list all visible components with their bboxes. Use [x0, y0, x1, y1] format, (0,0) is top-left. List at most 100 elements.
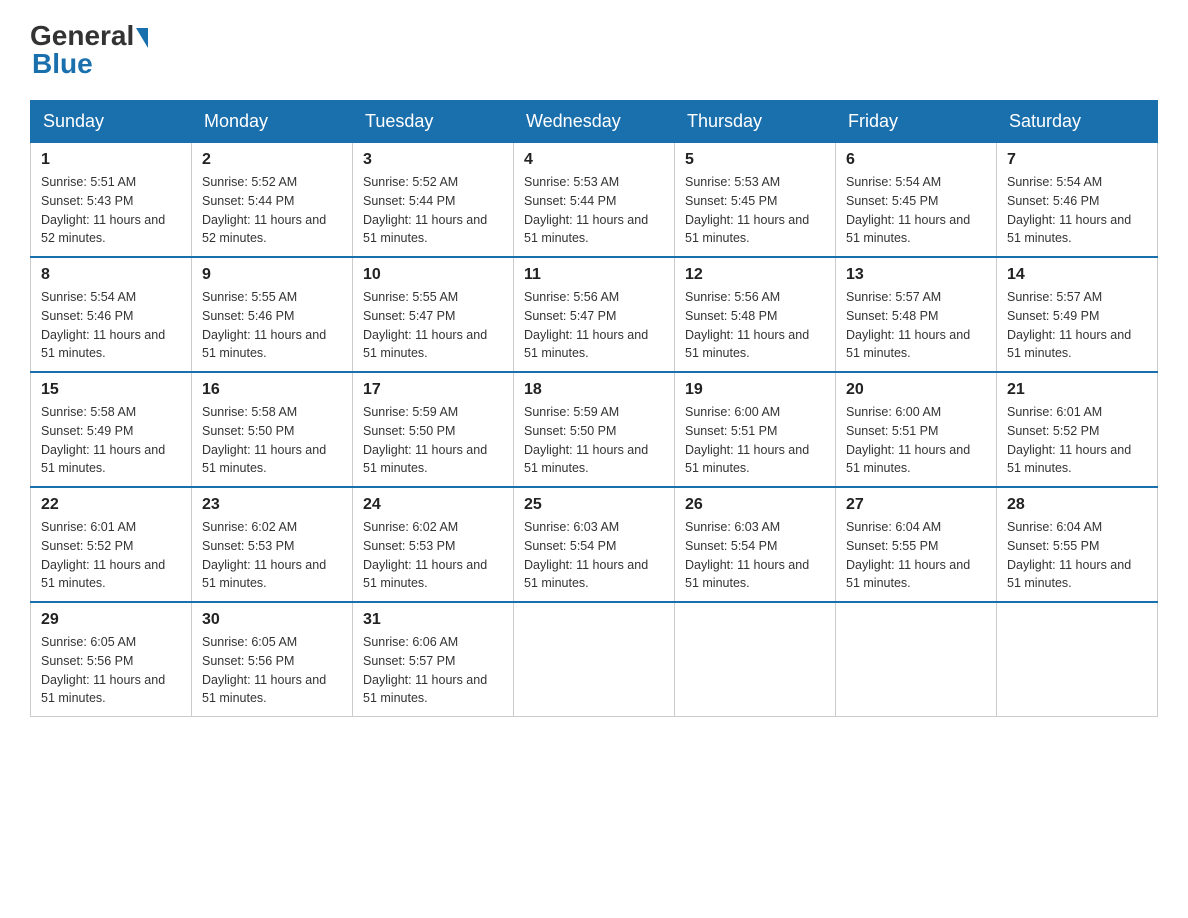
day-number: 27 — [846, 496, 986, 514]
calendar-day-cell: 24 Sunrise: 6:02 AMSunset: 5:53 PMDaylig… — [353, 487, 514, 602]
calendar-day-cell: 11 Sunrise: 5:56 AMSunset: 5:47 PMDaylig… — [514, 257, 675, 372]
day-info: Sunrise: 6:04 AMSunset: 5:55 PMDaylight:… — [1007, 518, 1147, 593]
calendar-day-cell: 29 Sunrise: 6:05 AMSunset: 5:56 PMDaylig… — [31, 602, 192, 717]
day-of-week-header: Sunday — [31, 101, 192, 143]
day-number: 10 — [363, 266, 503, 284]
calendar-day-cell: 27 Sunrise: 6:04 AMSunset: 5:55 PMDaylig… — [836, 487, 997, 602]
day-info: Sunrise: 5:59 AMSunset: 5:50 PMDaylight:… — [524, 403, 664, 478]
day-info: Sunrise: 5:52 AMSunset: 5:44 PMDaylight:… — [363, 173, 503, 248]
day-number: 18 — [524, 381, 664, 399]
calendar-header-row: SundayMondayTuesdayWednesdayThursdayFrid… — [31, 101, 1158, 143]
day-info: Sunrise: 5:55 AMSunset: 5:47 PMDaylight:… — [363, 288, 503, 363]
day-info: Sunrise: 6:01 AMSunset: 5:52 PMDaylight:… — [41, 518, 181, 593]
calendar-day-cell: 10 Sunrise: 5:55 AMSunset: 5:47 PMDaylig… — [353, 257, 514, 372]
day-info: Sunrise: 6:03 AMSunset: 5:54 PMDaylight:… — [685, 518, 825, 593]
calendar-day-cell: 18 Sunrise: 5:59 AMSunset: 5:50 PMDaylig… — [514, 372, 675, 487]
day-info: Sunrise: 5:56 AMSunset: 5:48 PMDaylight:… — [685, 288, 825, 363]
calendar-day-cell: 26 Sunrise: 6:03 AMSunset: 5:54 PMDaylig… — [675, 487, 836, 602]
day-number: 20 — [846, 381, 986, 399]
day-number: 22 — [41, 496, 181, 514]
day-number: 17 — [363, 381, 503, 399]
calendar-day-cell — [836, 602, 997, 717]
calendar-day-cell: 21 Sunrise: 6:01 AMSunset: 5:52 PMDaylig… — [997, 372, 1158, 487]
day-number: 28 — [1007, 496, 1147, 514]
calendar-day-cell: 15 Sunrise: 5:58 AMSunset: 5:49 PMDaylig… — [31, 372, 192, 487]
calendar-day-cell: 30 Sunrise: 6:05 AMSunset: 5:56 PMDaylig… — [192, 602, 353, 717]
calendar-day-cell: 28 Sunrise: 6:04 AMSunset: 5:55 PMDaylig… — [997, 487, 1158, 602]
day-number: 3 — [363, 151, 503, 169]
day-number: 7 — [1007, 151, 1147, 169]
calendar-day-cell: 22 Sunrise: 6:01 AMSunset: 5:52 PMDaylig… — [31, 487, 192, 602]
day-number: 26 — [685, 496, 825, 514]
day-of-week-header: Saturday — [997, 101, 1158, 143]
day-info: Sunrise: 6:05 AMSunset: 5:56 PMDaylight:… — [202, 633, 342, 708]
calendar-day-cell: 25 Sunrise: 6:03 AMSunset: 5:54 PMDaylig… — [514, 487, 675, 602]
day-info: Sunrise: 5:57 AMSunset: 5:49 PMDaylight:… — [1007, 288, 1147, 363]
day-of-week-header: Thursday — [675, 101, 836, 143]
day-info: Sunrise: 5:54 AMSunset: 5:46 PMDaylight:… — [41, 288, 181, 363]
day-info: Sunrise: 6:04 AMSunset: 5:55 PMDaylight:… — [846, 518, 986, 593]
day-of-week-header: Friday — [836, 101, 997, 143]
calendar-day-cell: 8 Sunrise: 5:54 AMSunset: 5:46 PMDayligh… — [31, 257, 192, 372]
calendar-week-row: 15 Sunrise: 5:58 AMSunset: 5:49 PMDaylig… — [31, 372, 1158, 487]
day-info: Sunrise: 5:58 AMSunset: 5:49 PMDaylight:… — [41, 403, 181, 478]
calendar-week-row: 29 Sunrise: 6:05 AMSunset: 5:56 PMDaylig… — [31, 602, 1158, 717]
calendar-day-cell: 19 Sunrise: 6:00 AMSunset: 5:51 PMDaylig… — [675, 372, 836, 487]
day-number: 6 — [846, 151, 986, 169]
calendar-week-row: 1 Sunrise: 5:51 AMSunset: 5:43 PMDayligh… — [31, 143, 1158, 258]
day-info: Sunrise: 6:02 AMSunset: 5:53 PMDaylight:… — [363, 518, 503, 593]
day-number: 9 — [202, 266, 342, 284]
day-info: Sunrise: 6:01 AMSunset: 5:52 PMDaylight:… — [1007, 403, 1147, 478]
calendar-day-cell: 4 Sunrise: 5:53 AMSunset: 5:44 PMDayligh… — [514, 143, 675, 258]
calendar-day-cell: 1 Sunrise: 5:51 AMSunset: 5:43 PMDayligh… — [31, 143, 192, 258]
logo-arrow-icon — [136, 28, 148, 48]
day-info: Sunrise: 5:58 AMSunset: 5:50 PMDaylight:… — [202, 403, 342, 478]
day-info: Sunrise: 5:59 AMSunset: 5:50 PMDaylight:… — [363, 403, 503, 478]
calendar-day-cell: 31 Sunrise: 6:06 AMSunset: 5:57 PMDaylig… — [353, 602, 514, 717]
day-info: Sunrise: 6:03 AMSunset: 5:54 PMDaylight:… — [524, 518, 664, 593]
day-info: Sunrise: 5:54 AMSunset: 5:45 PMDaylight:… — [846, 173, 986, 248]
day-number: 8 — [41, 266, 181, 284]
day-number: 24 — [363, 496, 503, 514]
calendar-day-cell: 14 Sunrise: 5:57 AMSunset: 5:49 PMDaylig… — [997, 257, 1158, 372]
day-number: 19 — [685, 381, 825, 399]
calendar-day-cell: 13 Sunrise: 5:57 AMSunset: 5:48 PMDaylig… — [836, 257, 997, 372]
day-number: 11 — [524, 266, 664, 284]
calendar-day-cell: 12 Sunrise: 5:56 AMSunset: 5:48 PMDaylig… — [675, 257, 836, 372]
day-info: Sunrise: 5:53 AMSunset: 5:45 PMDaylight:… — [685, 173, 825, 248]
logo-blue-text: Blue — [30, 48, 93, 80]
day-of-week-header: Wednesday — [514, 101, 675, 143]
day-number: 14 — [1007, 266, 1147, 284]
day-number: 13 — [846, 266, 986, 284]
day-number: 21 — [1007, 381, 1147, 399]
calendar-day-cell: 7 Sunrise: 5:54 AMSunset: 5:46 PMDayligh… — [997, 143, 1158, 258]
day-number: 12 — [685, 266, 825, 284]
day-info: Sunrise: 6:05 AMSunset: 5:56 PMDaylight:… — [41, 633, 181, 708]
day-number: 25 — [524, 496, 664, 514]
day-of-week-header: Tuesday — [353, 101, 514, 143]
day-number: 23 — [202, 496, 342, 514]
day-info: Sunrise: 5:57 AMSunset: 5:48 PMDaylight:… — [846, 288, 986, 363]
calendar-day-cell: 17 Sunrise: 5:59 AMSunset: 5:50 PMDaylig… — [353, 372, 514, 487]
calendar-week-row: 8 Sunrise: 5:54 AMSunset: 5:46 PMDayligh… — [31, 257, 1158, 372]
calendar-day-cell: 3 Sunrise: 5:52 AMSunset: 5:44 PMDayligh… — [353, 143, 514, 258]
day-number: 16 — [202, 381, 342, 399]
calendar-day-cell — [514, 602, 675, 717]
day-number: 1 — [41, 151, 181, 169]
day-info: Sunrise: 6:00 AMSunset: 5:51 PMDaylight:… — [685, 403, 825, 478]
day-number: 29 — [41, 611, 181, 629]
calendar-day-cell: 23 Sunrise: 6:02 AMSunset: 5:53 PMDaylig… — [192, 487, 353, 602]
day-number: 2 — [202, 151, 342, 169]
day-info: Sunrise: 5:52 AMSunset: 5:44 PMDaylight:… — [202, 173, 342, 248]
day-number: 5 — [685, 151, 825, 169]
day-number: 31 — [363, 611, 503, 629]
calendar-day-cell: 20 Sunrise: 6:00 AMSunset: 5:51 PMDaylig… — [836, 372, 997, 487]
day-info: Sunrise: 5:54 AMSunset: 5:46 PMDaylight:… — [1007, 173, 1147, 248]
calendar-day-cell: 6 Sunrise: 5:54 AMSunset: 5:45 PMDayligh… — [836, 143, 997, 258]
calendar-table: SundayMondayTuesdayWednesdayThursdayFrid… — [30, 100, 1158, 717]
calendar-day-cell — [675, 602, 836, 717]
calendar-week-row: 22 Sunrise: 6:01 AMSunset: 5:52 PMDaylig… — [31, 487, 1158, 602]
day-number: 30 — [202, 611, 342, 629]
day-number: 4 — [524, 151, 664, 169]
day-info: Sunrise: 5:56 AMSunset: 5:47 PMDaylight:… — [524, 288, 664, 363]
